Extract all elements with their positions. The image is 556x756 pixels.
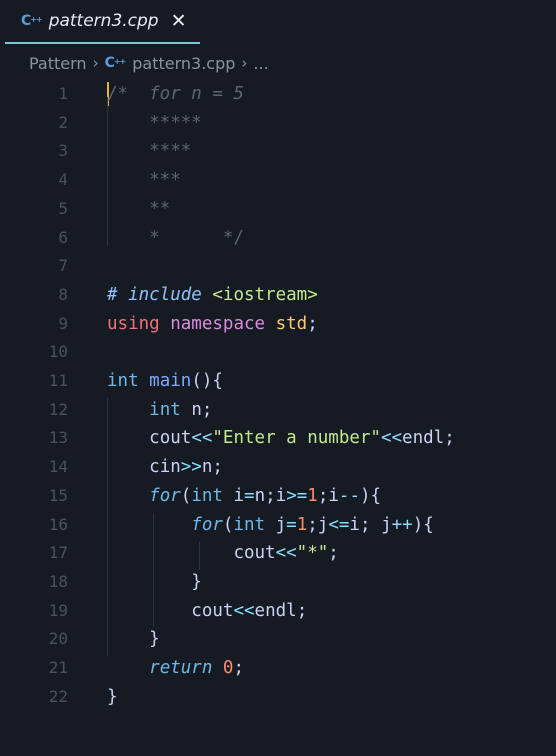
code-text: /* for n = 5 — [107, 84, 244, 104]
code-text: cin>>n; — [149, 457, 223, 478]
breadcrumb-file[interactable]: pattern3.cpp — [132, 54, 235, 73]
code-line[interactable]: 22} — [0, 683, 556, 712]
code-line[interactable]: 19 cout<<endl; — [0, 597, 556, 626]
code-line[interactable]: 10 — [0, 338, 556, 367]
code-text: cout<<"*"; — [233, 543, 339, 564]
line-number: 5 — [58, 198, 68, 218]
code-line[interactable]: 20 } — [0, 625, 556, 654]
code-line[interactable]: 5 ** — [0, 195, 556, 224]
code-text: # include <iostream> — [107, 284, 318, 305]
line-number: 12 — [48, 399, 68, 419]
line-number: 19 — [48, 600, 68, 620]
code-line[interactable]: 13 cout<<"Enter a number"<<endl; — [0, 424, 556, 453]
close-icon[interactable]: ✕ — [171, 10, 187, 32]
code-text: **** — [107, 141, 192, 162]
line-number: 4 — [58, 170, 68, 190]
line-number: 14 — [48, 457, 68, 477]
code-line[interactable]: 16 for(int j=1;j<=i; j++){ — [0, 511, 556, 540]
code-line[interactable]: 3 **** — [0, 137, 556, 166]
line-number: 3 — [58, 141, 68, 161]
code-line[interactable]: 11 int main(){ — [0, 367, 556, 396]
code-text: int n; — [149, 399, 213, 420]
code-line[interactable]: 9 using namespace std; — [0, 310, 556, 339]
code-text: ** — [107, 198, 171, 219]
code-text: } — [107, 686, 118, 707]
code-text: * */ — [107, 227, 244, 248]
line-number: 15 — [48, 485, 68, 505]
line-number: 20 — [48, 629, 68, 649]
line-number: 21 — [48, 658, 68, 677]
code-text: for(int i=n;i>=1;i--){ — [149, 485, 382, 506]
code-text: using namespace std; — [107, 313, 318, 334]
line-number: 22 — [48, 686, 68, 706]
code-line[interactable]: 14 cin>>n; — [0, 453, 556, 482]
line-number: 11 — [48, 371, 68, 390]
code-line[interactable]: 1 /* for n = 5 — [0, 80, 556, 109]
code-text: cout<<"Enter a number"<<endl; — [149, 428, 455, 449]
code-text: int main(){ — [107, 371, 223, 391]
line-number: 2 — [58, 112, 68, 132]
code-line[interactable]: 12 int n; — [0, 396, 556, 425]
code-text: } — [149, 629, 160, 650]
line-number: 10 — [48, 342, 68, 362]
code-text: } — [191, 571, 202, 592]
code-text: ***** — [107, 112, 202, 133]
cpp-icon: C++ — [104, 55, 127, 71]
code-line[interactable]: 6 * */ — [0, 224, 556, 253]
tab-bar: C++ pattern3.cpp ✕ — [0, 0, 556, 44]
line-number: 7 — [58, 256, 68, 276]
code-line[interactable]: 18 } — [0, 568, 556, 597]
line-number: 8 — [58, 284, 68, 304]
line-number: 13 — [48, 428, 68, 448]
code-line[interactable]: 17 cout<<"*"; — [0, 539, 556, 568]
cpp-icon: C++ — [21, 13, 43, 29]
breadcrumb-more[interactable]: ... — [253, 54, 268, 73]
code-line[interactable]: 2 ***** — [0, 109, 556, 138]
code-line[interactable]: 4 *** — [0, 166, 556, 195]
line-number: 6 — [58, 227, 68, 247]
chevron-right-icon: › — [92, 54, 99, 72]
code-text: for(int j=1;j<=i; j++){ — [191, 514, 434, 535]
code-line[interactable]: 21 return 0; — [0, 654, 556, 683]
code-text: *** — [107, 170, 181, 191]
code-text: return 0; — [149, 658, 245, 678]
breadcrumb-folder[interactable]: Pattern — [29, 54, 87, 73]
line-number: 17 — [48, 543, 68, 563]
line-number: 18 — [48, 571, 68, 591]
chevron-right-icon: › — [241, 54, 248, 72]
line-number: 1 — [58, 84, 68, 103]
code-text: cout<<endl; — [191, 600, 308, 621]
code-editor[interactable]: 1/* for n = 52 ***** 3 **** 4 *** 5 ** 6 * *… — [0, 80, 556, 756]
code-line[interactable]: 7 — [0, 252, 556, 281]
tab-title: pattern3.cpp — [48, 11, 159, 31]
code-line[interactable]: 15 for(int i=n;i>=1;i--){ — [0, 482, 556, 511]
line-number: 9 — [58, 313, 68, 333]
line-number: 16 — [48, 514, 68, 534]
code-line[interactable]: 8 # include <iostream> — [0, 281, 556, 310]
tab-pattern3-cpp[interactable]: C++ pattern3.cpp ✕ — [5, 0, 200, 44]
breadcrumb: Pattern › C++ pattern3.cpp › ... — [29, 50, 269, 76]
